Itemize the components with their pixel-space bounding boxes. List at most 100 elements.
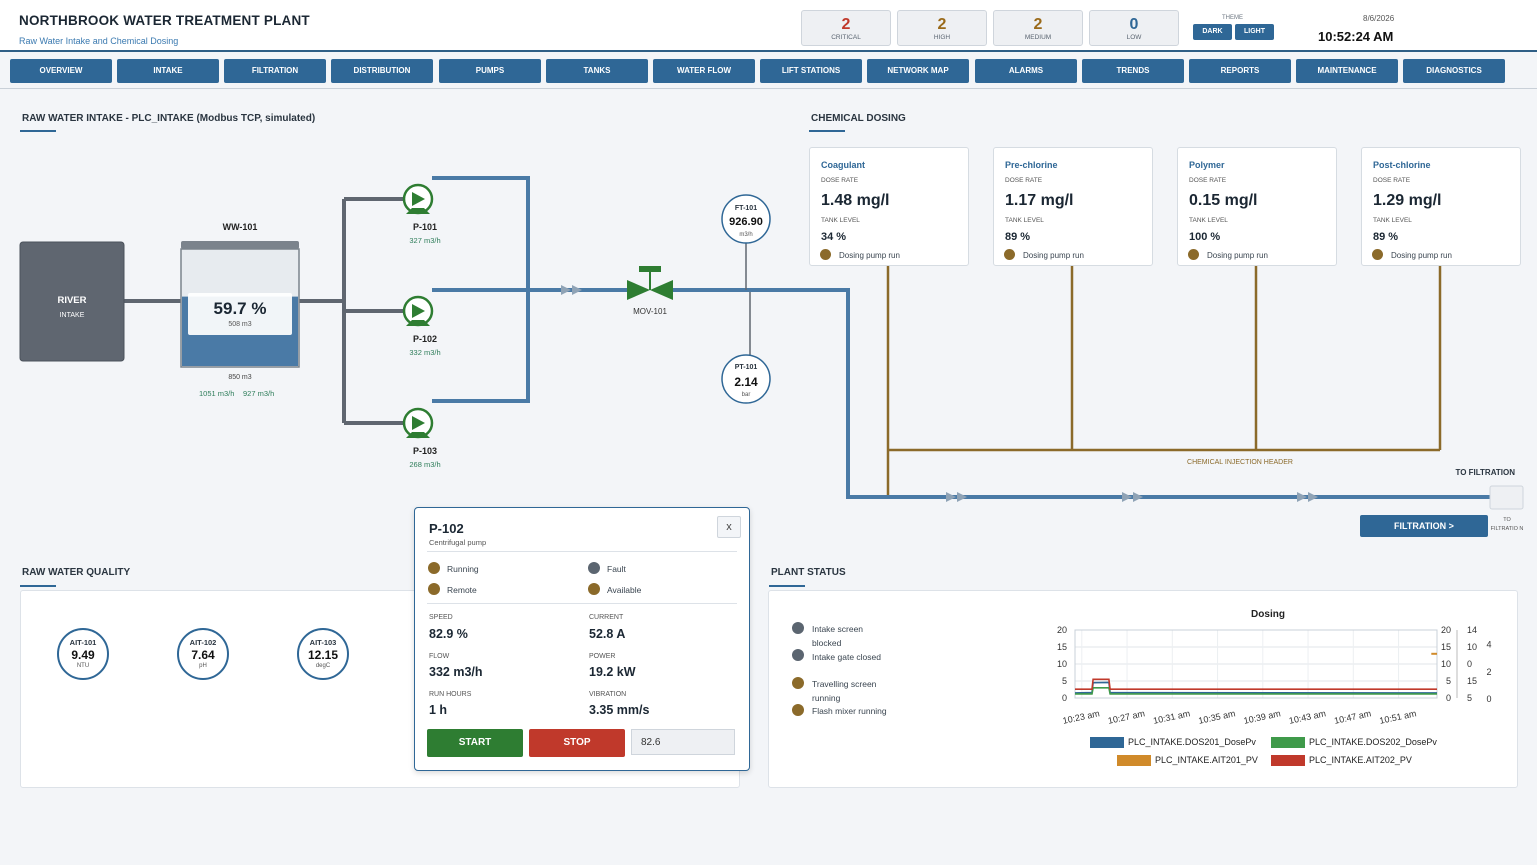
y-right-tick-label: 10 bbox=[1441, 659, 1451, 669]
dose-rate-label: DOSE RATE bbox=[821, 177, 859, 184]
power-label: POWER bbox=[589, 653, 616, 660]
pump-p102-flow: 332 m3/h bbox=[409, 348, 441, 357]
dosing-card-coagulant[interactable]: Coagulant DOSE RATE 1.48 mg/l TANK LEVEL… bbox=[809, 147, 969, 266]
plant-status-title-underline bbox=[769, 585, 805, 587]
status-indicator bbox=[792, 704, 804, 716]
plant-status-section-title: PLANT STATUS bbox=[771, 567, 846, 578]
dosing-pump-status-text: Dosing pump run bbox=[1391, 251, 1452, 260]
x-tick-label: 10:23 am bbox=[1062, 708, 1101, 726]
quality-section-title: RAW WATER QUALITY bbox=[22, 567, 131, 578]
tank-roof bbox=[181, 241, 299, 249]
y-right-tick-label: 5 bbox=[1446, 676, 1451, 686]
dosing-card-name: Pre-chlorine bbox=[1005, 160, 1058, 170]
legend-swatch bbox=[1271, 737, 1305, 748]
legend-label: PLC_INTAKE.AIT201_PV bbox=[1155, 755, 1258, 765]
gauge-unit: pH bbox=[199, 663, 207, 669]
x-tick-label: 10:31 am bbox=[1152, 708, 1191, 726]
tank-level-value: 34 % bbox=[821, 231, 847, 243]
x-tick-label: 10:47 am bbox=[1333, 708, 1372, 726]
pump-p102[interactable] bbox=[402, 295, 434, 327]
tank-capacity: 850 m3 bbox=[228, 374, 252, 381]
y-right-tick-label: 15 bbox=[1467, 676, 1477, 686]
speed-setpoint-input[interactable]: 82.6 bbox=[631, 729, 735, 755]
stop-button[interactable]: STOP bbox=[529, 729, 625, 757]
status-indicator bbox=[792, 622, 804, 634]
flow-arrow bbox=[957, 492, 967, 502]
gauge-ait102[interactable]: AIT-102 7.64 pH bbox=[177, 628, 229, 680]
valve-mov101[interactable] bbox=[627, 266, 673, 300]
flow-arrow bbox=[1133, 492, 1143, 502]
gauge-ait101[interactable]: AIT-101 9.49 NTU bbox=[57, 628, 109, 680]
popup-title: P-102 bbox=[429, 521, 464, 536]
pump-p101-flow: 327 m3/h bbox=[409, 236, 441, 245]
pt101-value: 2.14 bbox=[734, 375, 758, 389]
tank-name: WW-101 bbox=[222, 222, 258, 232]
fault-label: Fault bbox=[607, 564, 626, 574]
gauge-value: 12.15 bbox=[307, 648, 339, 662]
legend-swatch bbox=[1090, 737, 1124, 748]
tank-level-value: 100 % bbox=[1189, 231, 1221, 243]
pump-detail-popup: P-102 Centrifugal pump x Running Fault R… bbox=[414, 507, 750, 771]
available-indicator bbox=[588, 583, 600, 595]
gauge-tag: AIT-103 bbox=[309, 638, 337, 647]
close-icon[interactable]: x bbox=[717, 516, 741, 538]
dosing-pump-status-text: Dosing pump run bbox=[1023, 251, 1084, 260]
popup-subtitle: Centrifugal pump bbox=[429, 538, 487, 547]
running-indicator bbox=[428, 562, 440, 574]
run-hours-label: RUN HOURS bbox=[429, 691, 472, 698]
river-sub-label: INTAKE bbox=[59, 312, 85, 319]
legend-swatch bbox=[1271, 755, 1305, 766]
remote-label: Remote bbox=[447, 585, 477, 595]
available-label: Available bbox=[607, 585, 642, 595]
legend-label: PLC_INTAKE.AIT202_PV bbox=[1309, 755, 1412, 765]
filtration-button[interactable]: FILTRATION > bbox=[1360, 515, 1488, 537]
y-right2-tick-label: 2 bbox=[1486, 667, 1491, 677]
gauge-ait103[interactable]: AIT-103 12.15 degC bbox=[297, 628, 349, 680]
dosing-pump-status-indicator bbox=[1372, 249, 1383, 260]
river-label: RIVER bbox=[57, 295, 87, 306]
dosing-card-polymer[interactable]: Polymer DOSE RATE 0.15 mg/l TANK LEVEL 1… bbox=[1177, 147, 1337, 266]
tank-level-value: 89 % bbox=[1373, 231, 1399, 243]
pump-p103-flow: 268 m3/h bbox=[409, 460, 441, 469]
start-button[interactable]: START bbox=[427, 729, 523, 757]
y-tick-label: 15 bbox=[1057, 642, 1067, 652]
pump-p103[interactable] bbox=[402, 407, 434, 439]
popup-divider bbox=[427, 603, 737, 604]
pump-p101[interactable] bbox=[402, 183, 434, 215]
status-label: Travelling screen running bbox=[812, 679, 877, 703]
vibration-label: VIBRATION bbox=[589, 691, 627, 698]
valve-body-left bbox=[627, 280, 650, 300]
x-tick-label: 10:27 am bbox=[1107, 708, 1146, 726]
y-tick-label: 10 bbox=[1057, 659, 1067, 669]
popup-divider bbox=[427, 551, 737, 552]
dosing-card-pre-chlorine[interactable]: Pre-chlorine DOSE RATE 1.17 mg/l TANK LE… bbox=[993, 147, 1153, 266]
flow-arrow bbox=[1297, 492, 1307, 502]
dosing-card-name: Post-chlorine bbox=[1373, 160, 1431, 170]
y-tick-label: 0 bbox=[1062, 693, 1067, 703]
dose-rate-value: 0.15 mg/l bbox=[1189, 192, 1258, 209]
status-indicator bbox=[792, 649, 804, 661]
y-right-tick-label: 10 bbox=[1467, 642, 1477, 652]
ft101-value: 926.90 bbox=[729, 216, 763, 228]
speed-label: SPEED bbox=[429, 614, 453, 621]
dosing-pump-status-indicator bbox=[1188, 249, 1199, 260]
dosing-card-post-chlorine[interactable]: Post-chlorine DOSE RATE 1.29 mg/l TANK L… bbox=[1361, 147, 1521, 266]
y-right-tick-label: 15 bbox=[1441, 642, 1451, 652]
main-outlet-pipe bbox=[672, 288, 1490, 499]
tank-volume: 508 m3 bbox=[228, 321, 252, 328]
to-filtration-label: TO FILTRATION bbox=[1455, 468, 1515, 477]
tank-level-value: 89 % bbox=[1005, 231, 1031, 243]
ft101-tag: FT-101 bbox=[734, 205, 758, 212]
status-indicator bbox=[792, 677, 804, 689]
status-label: Intake gate closed bbox=[812, 652, 881, 662]
quality-title-underline bbox=[20, 585, 56, 587]
gauge-unit: NTU bbox=[76, 663, 90, 669]
status-label: Flash mixer running bbox=[812, 706, 887, 716]
y-right-tick-label: 5 bbox=[1467, 693, 1472, 703]
tank-flow-out: 927 m3/h bbox=[243, 389, 275, 398]
x-tick-label: 10:39 am bbox=[1243, 708, 1282, 726]
fault-indicator bbox=[588, 562, 600, 574]
pump-p101-name: P-101 bbox=[412, 222, 438, 232]
dosing-card-name: Polymer bbox=[1189, 160, 1225, 170]
current-value: 52.8 A bbox=[589, 627, 626, 641]
